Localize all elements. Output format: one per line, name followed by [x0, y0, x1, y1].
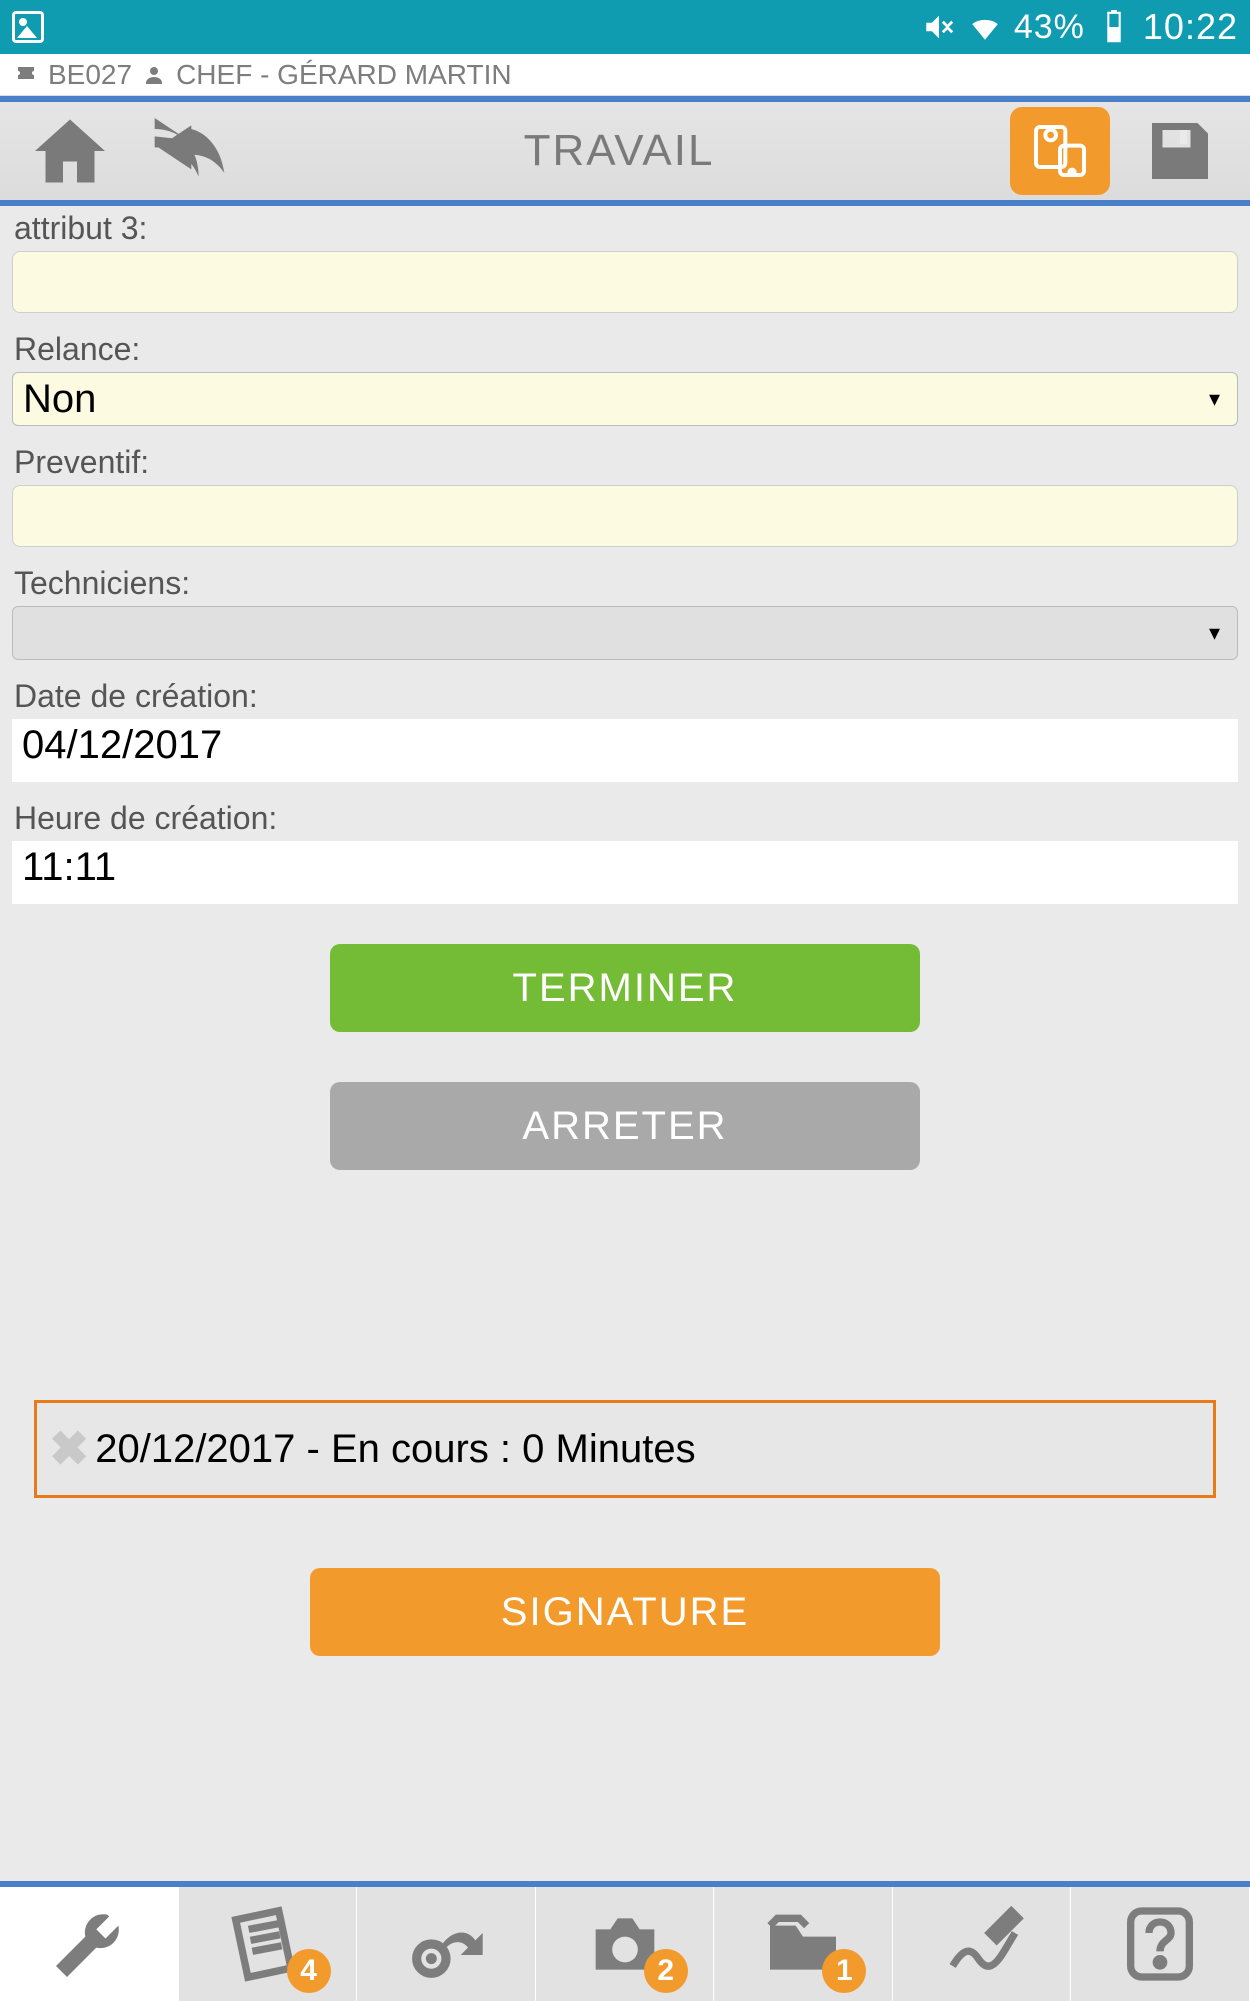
date-creation-value: 04/12/2017: [12, 719, 1238, 782]
badge-camera: 2: [644, 1949, 688, 1993]
home-icon: [28, 109, 112, 193]
save-button[interactable]: [1138, 109, 1222, 193]
wrench-icon: [45, 1900, 133, 1988]
preventif-input[interactable]: [12, 485, 1238, 547]
gear-arrow-icon: [402, 1900, 490, 1988]
help-icon: [1116, 1900, 1204, 1988]
badge-clipboard: 4: [287, 1949, 331, 1993]
tab-gear-arrow[interactable]: [357, 1887, 536, 2001]
heure-creation-value: 11:11: [12, 841, 1238, 904]
battery-percent: 43%: [1014, 8, 1085, 47]
battery-icon: [1097, 10, 1131, 44]
attribut3-input[interactable]: [12, 251, 1238, 313]
field-heure-creation: Heure de création: 11:11: [12, 800, 1238, 904]
status-left: [12, 11, 44, 43]
android-status-bar: 43% 10:22: [0, 0, 1250, 54]
field-preventif: Preventif:: [12, 444, 1238, 547]
pen-signature-icon: [938, 1900, 1026, 1988]
tab-help[interactable]: [1071, 1887, 1250, 2001]
field-relance: Relance: Non: [12, 331, 1238, 426]
back-button[interactable]: [140, 107, 228, 195]
action-buttons: TERMINER ARRETER: [12, 904, 1238, 1200]
heure-creation-label: Heure de création:: [12, 800, 1238, 837]
field-techniciens: Techniciens:: [12, 565, 1238, 660]
techniciens-label: Techniciens:: [12, 565, 1238, 602]
status-entry-text: 20/12/2017 - En cours : 0 Minutes: [95, 1427, 695, 1472]
devices-icon: [1028, 119, 1092, 183]
user-name: CHEF - GÉRARD MARTIN: [176, 59, 512, 91]
signature-button[interactable]: SIGNATURE: [310, 1568, 940, 1656]
user-info-bar: BE027 CHEF - GÉRARD MARTIN: [0, 54, 1250, 96]
picture-icon: [12, 11, 44, 43]
field-attribut3: attribut 3:: [12, 210, 1238, 313]
techniciens-select[interactable]: [12, 606, 1238, 660]
relance-select[interactable]: Non: [12, 372, 1238, 426]
tab-clipboard[interactable]: 4: [179, 1887, 358, 2001]
attribut3-label: attribut 3:: [12, 210, 1238, 247]
floppy-disk-icon: [1138, 109, 1222, 193]
preventif-label: Preventif:: [12, 444, 1238, 481]
status-right: 43% 10:22: [922, 6, 1238, 48]
bottom-nav: 4 2 1: [0, 1881, 1250, 2001]
top-bar: TRAVAIL: [0, 96, 1250, 206]
form-area: attribut 3: Relance: Non Preventif: Tech…: [0, 206, 1250, 1656]
date-creation-label: Date de création:: [12, 678, 1238, 715]
site-code: BE027: [48, 59, 132, 91]
terminer-button[interactable]: TERMINER: [330, 944, 920, 1032]
badge-folder: 1: [822, 1949, 866, 1993]
tab-wrench[interactable]: [0, 1887, 179, 2001]
page-title: TRAVAIL: [256, 126, 982, 176]
arreter-button[interactable]: ARRETER: [330, 1082, 920, 1170]
tab-signature[interactable]: [893, 1887, 1072, 2001]
person-icon: [142, 63, 166, 87]
back-arrow-icon: [140, 107, 228, 195]
wifi-icon: [968, 10, 1002, 44]
relance-label: Relance:: [12, 331, 1238, 368]
close-icon[interactable]: ✖: [49, 1421, 89, 1477]
ticket-icon: [14, 63, 38, 87]
volume-muted-icon: [922, 10, 956, 44]
tab-folder[interactable]: 1: [714, 1887, 893, 2001]
status-entry[interactable]: ✖ 20/12/2017 - En cours : 0 Minutes: [34, 1400, 1216, 1498]
tab-camera[interactable]: 2: [536, 1887, 715, 2001]
field-date-creation: Date de création: 04/12/2017: [12, 678, 1238, 782]
home-button[interactable]: [28, 109, 112, 193]
devices-button[interactable]: [1010, 107, 1110, 195]
clock: 10:22: [1143, 6, 1238, 48]
